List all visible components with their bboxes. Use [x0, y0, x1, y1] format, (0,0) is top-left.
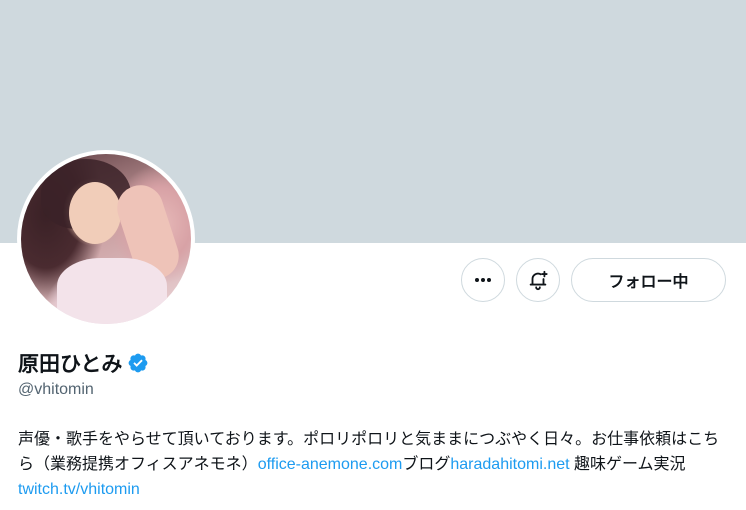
- following-label: フォロー中: [608, 274, 689, 291]
- more-button[interactable]: [461, 258, 505, 302]
- display-name: 原田ひとみ: [18, 353, 123, 376]
- avatar-photo: [21, 154, 191, 324]
- link-twitch[interactable]: twitch.tv/vhitomin: [18, 481, 140, 498]
- bio-text-hobby: 趣味ゲーム実況: [569, 456, 686, 473]
- bell-plus-icon: [529, 270, 548, 291]
- more-horizontal-icon: [475, 278, 491, 282]
- avatar[interactable]: [17, 150, 195, 328]
- notifications-button[interactable]: [516, 258, 560, 302]
- user-handle: @vhitomin: [18, 381, 94, 398]
- bio-text-blog: ブログ: [402, 456, 451, 473]
- following-button[interactable]: フォロー中: [571, 258, 726, 302]
- profile-bio: 声優・歌手をやらせて頂いております。ポロリポロリと気ままにつぶやく日々。お仕事依…: [18, 427, 728, 502]
- link-office-anemone[interactable]: office-anemone.com: [258, 456, 403, 473]
- name-row: 原田ひとみ: [18, 348, 149, 378]
- link-blog[interactable]: haradahitomi.net: [450, 456, 569, 473]
- verified-badge-icon[interactable]: [127, 352, 149, 374]
